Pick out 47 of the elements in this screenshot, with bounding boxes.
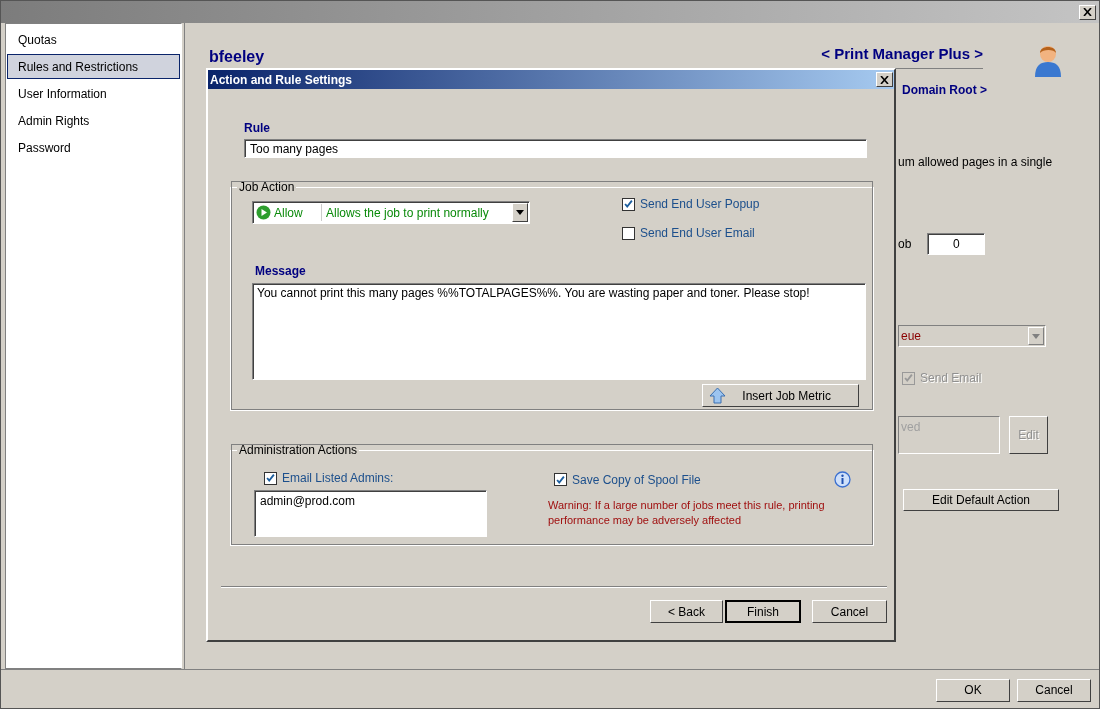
footer-button[interactable]: OK: [936, 678, 1010, 702]
sidebar-item[interactable]: Admin Rights: [7, 108, 180, 133]
action-dropdown[interactable]: Allow Allows the job to print normally: [252, 201, 530, 224]
sidebar-item[interactable]: Quotas: [7, 27, 180, 52]
user-name: bfeeley: [209, 48, 265, 66]
popup-checkbox[interactable]: [622, 197, 635, 211]
email-checkbox[interactable]: [622, 226, 635, 240]
dialog-button[interactable]: < Back: [650, 600, 723, 623]
breadcrumb-link[interactable]: Domain Root >: [902, 83, 987, 97]
save-spool-checkbox[interactable]: [554, 473, 567, 486]
warning-text: Warning: If a large number of jobs meet this rule, printing performance may be adversely affected: [548, 498, 826, 528]
email-label: Send End User Email: [640, 226, 755, 240]
popup-label: Send End User Popup: [640, 197, 760, 211]
limit-field[interactable]: 0: [927, 233, 986, 255]
close-button[interactable]: [1079, 4, 1096, 20]
dialog-button[interactable]: Cancel: [812, 600, 887, 623]
limit-label: ob: [898, 237, 912, 251]
sidebar-item[interactable]: Password: [7, 135, 180, 160]
play-icon: [256, 205, 271, 220]
send-email-label: Send Email: [920, 371, 982, 385]
group-title: Job Action: [238, 180, 296, 194]
close-icon: [880, 75, 889, 84]
user-icon: [1033, 43, 1063, 77]
sidebar-item[interactable]: User Information: [7, 81, 180, 106]
close-icon: [1083, 8, 1092, 16]
email-admins-checkbox[interactable]: [264, 471, 277, 485]
description-text: um allowed pages in a single: [898, 155, 1053, 169]
message-field[interactable]: You cannot print this many pages %%TOTALPAGES%%. You are wasting paper and toner. Please stop!: [252, 283, 866, 380]
caret-icon: [1032, 333, 1040, 339]
info-icon[interactable]: [834, 471, 851, 488]
close-button[interactable]: [876, 72, 893, 87]
sidebar-item[interactable]: Rules and Restrictions: [7, 54, 180, 79]
insert-job-metric-button[interactable]: Insert Job Metric: [702, 384, 859, 407]
up-arrow-icon: [709, 387, 726, 404]
rule-label: Rule: [244, 121, 270, 135]
group-title: Administration Actions: [238, 443, 359, 457]
dialog-button[interactable]: Finish: [725, 600, 801, 623]
footer-button[interactable]: Cancel: [1017, 678, 1091, 702]
email-admins-label: Email Listed Admins:: [282, 471, 394, 485]
rule-field[interactable]: Too many pages: [244, 139, 867, 158]
message-label: Message: [255, 264, 307, 278]
dialog-title: Action and Rule Settings: [210, 72, 352, 87]
edit-default-action-button[interactable]: Edit Default Action: [903, 489, 1059, 511]
admins-list-field[interactable]: admin@prod.com: [254, 490, 487, 537]
save-spool-label: Save Copy of Spool File: [572, 472, 701, 487]
action-dropdown[interactable]: eue: [898, 325, 1046, 347]
caret-icon: [516, 210, 524, 215]
